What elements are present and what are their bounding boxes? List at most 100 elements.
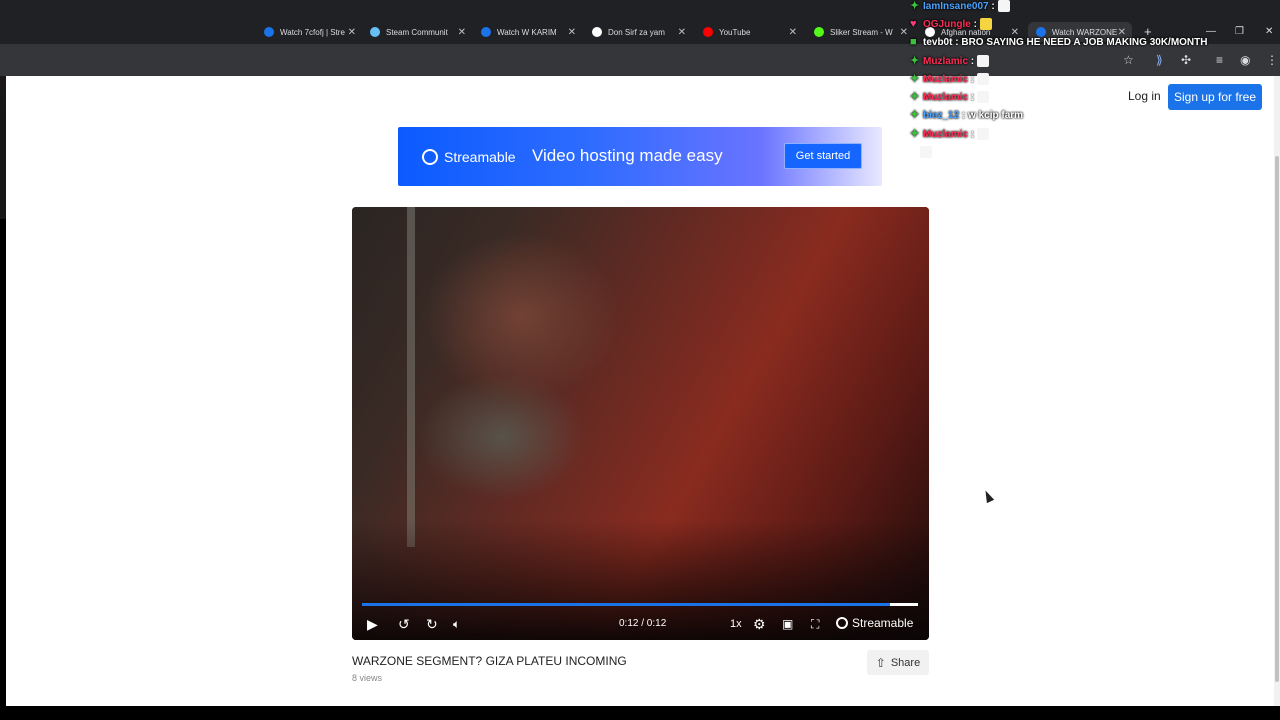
- tab-label: Watch W KARIM: [497, 27, 557, 37]
- chat-user: tevb0t: [923, 37, 953, 48]
- media-icon[interactable]: ≡: [1216, 53, 1223, 67]
- close-tab-icon[interactable]: ✕: [1011, 27, 1019, 38]
- tab-favicon-icon: [592, 27, 602, 37]
- login-link[interactable]: Log in: [1128, 89, 1161, 103]
- chat-emote-icon: [977, 128, 990, 140]
- close-tab-icon[interactable]: ✕: [789, 27, 797, 38]
- chat-message: ✦ Muzlamic :: [910, 72, 990, 85]
- minimize-icon[interactable]: —: [1206, 26, 1216, 37]
- browser-tab[interactable]: Watch W KARIM ✕: [481, 22, 576, 42]
- chat-badge-icon: ✦: [910, 127, 920, 140]
- scrollbar-thumb[interactable]: [1275, 156, 1279, 682]
- tab-favicon-icon: [814, 27, 824, 37]
- forward-icon[interactable]: ↻: [426, 616, 438, 632]
- close-window-icon[interactable]: ✕: [1265, 26, 1273, 37]
- tab-label: Watch WARZONE: [1052, 27, 1118, 37]
- browser-tab[interactable]: Sliker Stream - W ✕: [814, 22, 908, 42]
- tab-favicon-icon: [1036, 27, 1046, 37]
- chat-message: ✦ biez_12 : w kcip farm: [910, 109, 1024, 122]
- picture-in-picture-icon[interactable]: ▣: [782, 616, 793, 632]
- fullscreen-icon[interactable]: ⛶: [811, 616, 819, 632]
- chat-emote-icon: [920, 146, 932, 158]
- chat-user: biez_12: [923, 110, 960, 121]
- tab-label: YouTube: [719, 27, 751, 37]
- tab-favicon-icon: [703, 27, 713, 37]
- close-tab-icon[interactable]: ✕: [568, 27, 576, 38]
- share-label: Share: [890, 656, 921, 669]
- tab-favicon-icon: [264, 27, 274, 37]
- chat-user: OGJungle: [923, 18, 971, 30]
- chat-emote-icon: [977, 73, 990, 85]
- play-icon[interactable]: ▶: [367, 616, 378, 632]
- volume-icon[interactable]: 🔈︎: [453, 616, 460, 632]
- close-tab-icon[interactable]: ✕: [348, 27, 356, 38]
- chat-user: Muzlamic: [923, 128, 969, 140]
- tab-label: Sliker Stream - W: [830, 27, 893, 37]
- chat-badge-icon: ✦: [910, 90, 920, 103]
- browser-tab[interactable]: Watch 7cfofj | Stre ✕: [264, 22, 356, 42]
- view-count: 8 views: [352, 673, 383, 683]
- video-frame[interactable]: [352, 207, 929, 640]
- browser-tab[interactable]: YouTube ✕: [703, 22, 797, 42]
- seek-bar[interactable]: [362, 603, 918, 606]
- chat-user: Muzlamic: [923, 91, 969, 103]
- chat-message: ♥ OGJungle :: [910, 18, 992, 30]
- chat-message: [906, 146, 932, 158]
- chat-text: BRO SAYING HE NEED A JOB MAKING 30K/MONT…: [961, 37, 1208, 48]
- banner-logo: Streamable: [422, 149, 516, 165]
- cast-icon[interactable]: ⟫: [1156, 53, 1163, 67]
- banner-tagline: Video hosting made easy: [532, 146, 723, 165]
- video-title: WARZONE SEGMENT? GIZA PLATEU INCOMING: [352, 654, 627, 668]
- browser-tab[interactable]: Steam Communit ✕: [370, 22, 466, 42]
- settings-gear-icon[interactable]: ⚙: [753, 616, 766, 632]
- close-tab-icon[interactable]: ✕: [458, 27, 466, 38]
- page-scrollbar[interactable]: [1274, 76, 1280, 706]
- tab-favicon-icon: [370, 27, 380, 37]
- promo-banner[interactable]: Streamable Video hosting made easy Get s…: [398, 127, 882, 186]
- chat-user: Muzlamic: [923, 55, 969, 67]
- restore-icon[interactable]: ❐: [1235, 26, 1244, 37]
- share-button[interactable]: ⇧ Share: [867, 650, 929, 675]
- video-frame-detail: [407, 207, 415, 547]
- chat-badge-icon: ✦: [910, 0, 920, 12]
- browser-tab[interactable]: Don Sirf za yam ✕: [592, 22, 686, 42]
- timecode: 0:12 / 0:12: [619, 618, 667, 629]
- chat-text: w kcip farm: [968, 110, 1024, 121]
- chat-badge-icon: ✦: [910, 54, 920, 67]
- get-started-button[interactable]: Get started: [784, 143, 862, 169]
- close-tab-icon[interactable]: ✕: [678, 27, 686, 38]
- chat-emote-icon: [979, 18, 992, 30]
- chat-emote-icon: [997, 0, 1010, 12]
- menu-icon[interactable]: ⋮: [1266, 53, 1278, 67]
- chat-message: ✦ Muzlamic :: [910, 127, 990, 140]
- bookmark-star-icon[interactable]: ☆: [1123, 53, 1134, 67]
- player-brand[interactable]: Streamable: [836, 616, 913, 630]
- chat-emote-icon: [977, 55, 990, 67]
- chat-message: ✦ Muzlamic :: [910, 90, 990, 103]
- streamable-logo-icon: [836, 617, 848, 629]
- video-player[interactable]: ▶ ↺ ↻ 🔈︎ 0:12 / 0:12 1x ⚙ ▣ ⛶ Streamable: [352, 207, 929, 640]
- chat-message: ■ tevb0t : BRO SAYING HE NEED A JOB MAKI…: [910, 36, 1208, 49]
- seek-bar-progress: [362, 603, 891, 606]
- chat-badge-icon: ✦: [910, 72, 920, 85]
- chat-user: Muzlamic: [923, 73, 969, 85]
- chat-message: ✦ IamInsane007 :: [910, 0, 1010, 12]
- tab-label: Don Sirf za yam: [608, 27, 665, 37]
- address-bar[interactable]: [0, 44, 1280, 76]
- chat-emote-icon: [977, 91, 990, 103]
- chat-message: ✦ Muzlamic :: [910, 54, 990, 67]
- tab-label: Watch 7cfofj | Stre: [280, 27, 345, 37]
- streamable-logo-icon: [422, 149, 438, 165]
- chat-badge-icon: ■: [910, 36, 917, 48]
- rewind-icon[interactable]: ↺: [398, 616, 410, 632]
- chat-badge-icon: ♥: [910, 17, 917, 30]
- close-tab-icon[interactable]: ✕: [900, 27, 908, 38]
- extensions-icon[interactable]: ✣: [1181, 53, 1191, 67]
- playback-speed-button[interactable]: 1x: [730, 618, 742, 630]
- signup-button[interactable]: Sign up for free: [1168, 84, 1262, 110]
- banner-brand: Streamable: [444, 149, 516, 165]
- profile-avatar-icon[interactable]: ◉: [1240, 53, 1250, 67]
- close-tab-icon[interactable]: ✕: [1118, 27, 1126, 38]
- tab-favicon-icon: [481, 27, 491, 37]
- tab-label: Steam Communit: [386, 27, 448, 37]
